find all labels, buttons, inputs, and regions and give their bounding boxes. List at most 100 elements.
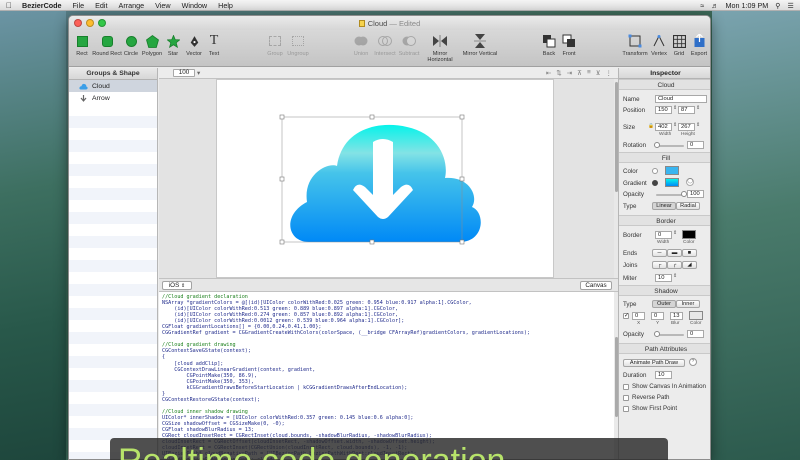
volume-icon[interactable]: ♬ xyxy=(711,1,718,10)
border-color-swatch[interactable] xyxy=(682,230,696,239)
position-x-stepper[interactable]: ⇕ xyxy=(673,106,677,111)
align-top-icon[interactable]: ⊼ xyxy=(577,69,582,77)
layer-item-arrow[interactable]: Arrow xyxy=(69,92,157,104)
zoom-field[interactable]: 100 xyxy=(173,69,195,77)
join-round-button[interactable]: ╭ xyxy=(667,261,682,269)
caption-text: Realtime code generation xyxy=(118,442,505,460)
shadow-enabled-checkbox[interactable]: ✓ xyxy=(623,313,629,319)
menu-app[interactable]: BezierCode xyxy=(22,1,62,10)
end-square-button[interactable]: ■ xyxy=(682,249,697,257)
gradient-editor-icon[interactable]: ◯ xyxy=(686,178,694,186)
shadow-blur-field[interactable]: 13 xyxy=(670,312,683,320)
fill-color-swatch[interactable] xyxy=(665,166,679,175)
section-cloud: Cloud xyxy=(619,79,710,90)
rotation-slider[interactable] xyxy=(656,145,684,147)
position-x-field[interactable]: 150 xyxy=(655,106,672,114)
show-first-point-checkbox[interactable] xyxy=(623,406,629,412)
rotation-slider-knob[interactable] xyxy=(654,142,660,148)
layer-item-cloud[interactable]: Cloud xyxy=(69,80,157,92)
duration-field[interactable]: 10 xyxy=(655,371,672,379)
join-bevel-button[interactable]: ◢ xyxy=(682,261,697,269)
mirror-vertical-button[interactable]: Mirror Vertical xyxy=(462,33,498,57)
distribute-icon[interactable]: ⋮ xyxy=(606,69,613,77)
search-icon[interactable]: ⚲ xyxy=(775,1,780,10)
canvas-area[interactable] xyxy=(159,79,614,278)
zoom-window-button[interactable] xyxy=(98,19,106,27)
menu-help[interactable]: Help xyxy=(218,1,233,10)
end-butt-button[interactable]: ─ xyxy=(652,249,667,257)
end-round-button[interactable]: ▬ xyxy=(667,249,682,257)
fill-gradient-label: Gradient xyxy=(623,180,647,187)
fill-gradient-radio[interactable] xyxy=(652,180,658,186)
fill-color-radio[interactable] xyxy=(652,168,658,174)
border-width-field[interactable]: 0 xyxy=(655,231,672,239)
ungroup-icon xyxy=(292,36,304,46)
menu-bar:  BezierCode File Edit Arrange View Wind… xyxy=(0,0,800,11)
join-miter-button[interactable]: ┌ xyxy=(652,261,667,269)
size-width-stepper[interactable]: ⇕ xyxy=(673,123,677,128)
animate-path-draw-button[interactable]: Animate Path Draw xyxy=(623,359,685,367)
shadow-blur-caption: Blur xyxy=(671,321,680,326)
cloud-download-illustration[interactable] xyxy=(217,80,555,278)
menubar-clock[interactable]: Mon 1:09 PM xyxy=(726,1,769,10)
platform-select[interactable]: iOS ⇕ xyxy=(162,281,192,290)
menu-arrange[interactable]: Arrange xyxy=(119,1,145,10)
generated-code-editor[interactable]: //Cloud gradient declaration NSArray *gra… xyxy=(159,292,614,459)
tool-text[interactable]: T Text xyxy=(198,33,230,58)
close-window-button[interactable] xyxy=(74,19,82,27)
fill-opacity-field[interactable]: 100 xyxy=(687,190,704,198)
shadow-outer-button[interactable]: Outer xyxy=(652,300,676,308)
shadow-opacity-slider-knob[interactable] xyxy=(654,331,660,337)
minimize-window-button[interactable] xyxy=(86,19,94,27)
menu-file[interactable]: File xyxy=(73,1,85,10)
fill-opacity-slider[interactable] xyxy=(656,194,684,196)
shadow-opacity-slider[interactable] xyxy=(656,334,684,336)
lock-icon[interactable]: 🔒 xyxy=(648,124,654,129)
export-icon xyxy=(694,34,704,47)
ungroup-button[interactable]: Ungroup xyxy=(282,33,314,57)
shadow-inner-button[interactable]: Inner xyxy=(676,300,700,308)
shadow-type-label: Type xyxy=(623,301,637,308)
size-height-stepper[interactable]: ⇕ xyxy=(696,123,700,128)
align-middle-icon[interactable]: ≡ xyxy=(587,69,591,77)
align-left-icon[interactable]: ⇤ xyxy=(546,69,551,77)
miter-stepper[interactable]: ⇕ xyxy=(673,274,677,279)
align-bottom-icon[interactable]: ⊻ xyxy=(596,69,601,77)
shadow-color-caption: Color xyxy=(690,321,702,326)
menu-edit[interactable]: Edit xyxy=(95,1,107,10)
export-button[interactable]: Export xyxy=(683,33,710,57)
shadow-color-swatch[interactable] xyxy=(689,311,703,320)
mirror-horizontal-icon xyxy=(433,35,447,47)
artboard[interactable] xyxy=(216,79,554,278)
align-right-icon[interactable]: ⇥ xyxy=(567,69,572,77)
mirror-horizontal-button[interactable]: Mirror Horizontal xyxy=(421,33,459,63)
menu-view[interactable]: View xyxy=(155,1,170,10)
inspector-panel: Inspector Cloud Name Cloud Position 150 … xyxy=(618,68,710,459)
gradient-linear-button[interactable]: Linear xyxy=(652,202,676,210)
gradient-radial-button[interactable]: Radial xyxy=(676,202,700,210)
list-icon[interactable]: ☰ xyxy=(788,1,794,10)
miter-field[interactable]: 10 xyxy=(655,274,672,282)
help-icon[interactable]: ? xyxy=(689,358,697,366)
name-field[interactable]: Cloud xyxy=(655,95,707,103)
show-canvas-in-animation-checkbox[interactable] xyxy=(623,384,629,390)
zoom-dropdown-icon[interactable]: ▾ xyxy=(197,70,200,77)
menu-window[interactable]: Window xyxy=(182,1,208,10)
align-center-icon[interactable]: ⇅ xyxy=(556,69,561,77)
rotation-field[interactable]: 0 xyxy=(687,141,704,149)
reverse-path-checkbox[interactable] xyxy=(623,395,629,401)
border-width-stepper[interactable]: ⇕ xyxy=(673,231,677,236)
wifi-icon[interactable]: ≈ xyxy=(700,1,704,10)
size-height-field[interactable]: 267 xyxy=(678,123,695,131)
bring-front-button[interactable]: Front xyxy=(553,33,585,57)
size-width-field[interactable]: 402 xyxy=(655,123,672,131)
bring-front-icon xyxy=(562,34,575,47)
shadow-opacity-field[interactable]: 0 xyxy=(687,330,704,338)
apple-menu-icon[interactable]:  xyxy=(6,1,16,10)
position-y-field[interactable]: 87 xyxy=(678,106,695,114)
canvas-button[interactable]: Canvas xyxy=(580,281,612,290)
shadow-x-field[interactable]: 0 xyxy=(632,312,645,320)
position-y-stepper[interactable]: ⇕ xyxy=(696,106,700,111)
shadow-y-field[interactable]: 0 xyxy=(651,312,664,320)
gradient-swatch[interactable] xyxy=(665,178,679,187)
